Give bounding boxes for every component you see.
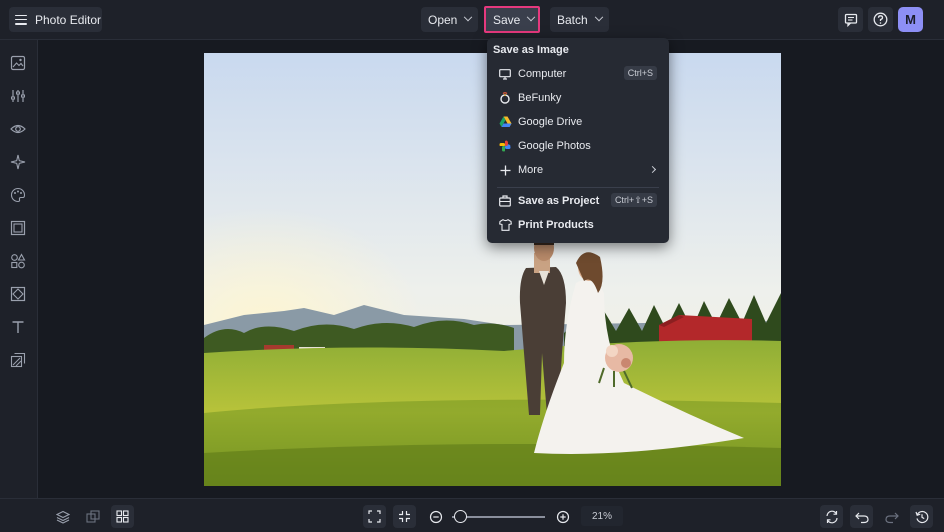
actual-size-button[interactable] <box>393 505 416 528</box>
briefcase-icon <box>498 194 512 208</box>
menu-item-google-photos[interactable]: Google Photos <box>487 135 669 157</box>
plus-icon <box>498 163 512 177</box>
help-button[interactable] <box>868 7 893 32</box>
overlay-icon[interactable] <box>10 286 26 302</box>
effects-sparkle-icon[interactable] <box>10 154 26 170</box>
menu-item-label: Print Products <box>518 219 594 231</box>
layers-icon <box>55 510 70 524</box>
menu-divider <box>497 187 659 188</box>
textures-icon[interactable] <box>10 352 26 368</box>
artsy-palette-icon[interactable] <box>10 187 26 203</box>
refresh-icon <box>825 510 838 523</box>
undo-button[interactable] <box>850 505 873 528</box>
fit-to-screen-button[interactable] <box>363 505 386 528</box>
app-title: Photo Editor <box>35 12 102 27</box>
comment-icon <box>844 13 857 27</box>
top-bar: Photo Editor Open Save Batch M <box>0 0 944 40</box>
bottom-bar: 21% <box>0 498 944 532</box>
save-as-image-heading: Save as Image <box>493 44 569 56</box>
zoom-in-icon <box>556 510 569 523</box>
redo-button[interactable] <box>880 505 903 528</box>
undo-icon <box>854 512 869 523</box>
redo-icon <box>884 512 899 523</box>
google-drive-icon <box>498 115 512 129</box>
zoom-out-button[interactable] <box>424 505 447 528</box>
zoom-slider-thumb[interactable] <box>453 510 467 523</box>
frame-icon[interactable] <box>10 220 26 236</box>
menu-item-befunky[interactable]: BeFunky <box>487 87 669 109</box>
comments-button[interactable] <box>838 7 863 32</box>
compare-icon <box>85 509 100 523</box>
adjustments-icon[interactable] <box>10 88 26 104</box>
menu-item-google-drive[interactable]: Google Drive <box>487 111 669 133</box>
expand-icon <box>368 510 381 523</box>
help-icon <box>873 12 888 27</box>
menu-item-computer[interactable]: Computer Ctrl+S <box>487 63 669 85</box>
menu-item-label: Computer <box>518 68 567 80</box>
grid-icon <box>116 510 129 523</box>
google-photos-icon <box>498 139 512 153</box>
image-icon[interactable] <box>10 55 26 71</box>
hamburger-icon <box>15 14 27 25</box>
layers-button[interactable] <box>51 505 74 528</box>
history-icon <box>914 510 928 523</box>
menu-item-save-as-project[interactable]: Save as Project Ctrl+⇧+S <box>487 190 669 212</box>
tshirt-icon <box>498 218 512 232</box>
compare-button[interactable] <box>81 505 104 528</box>
save-button[interactable]: Save <box>484 6 540 33</box>
menu-item-label: Google Photos <box>518 140 591 152</box>
save-menu: Save as Image Computer Ctrl+S BeFunky Go… <box>487 38 669 243</box>
chevron-down-icon <box>594 12 603 21</box>
shortcut-badge: Ctrl+⇧+S <box>610 193 657 207</box>
history-button[interactable] <box>910 505 933 528</box>
menu-item-more[interactable]: More <box>487 159 669 181</box>
tool-sidebar <box>0 40 38 498</box>
avatar[interactable]: M <box>898 7 923 32</box>
graphics-shapes-icon[interactable] <box>10 253 26 269</box>
eye-icon[interactable] <box>10 121 26 137</box>
open-button[interactable]: Open <box>421 7 479 32</box>
menu-item-label: Google Drive <box>518 116 583 128</box>
menu-item-label: Save as Project <box>518 195 600 207</box>
shrink-icon <box>399 511 410 522</box>
batch-label: Batch <box>557 12 588 27</box>
chevron-right-icon <box>648 165 657 174</box>
chevron-down-icon <box>527 12 536 21</box>
befunky-icon <box>498 91 512 105</box>
zoom-in-button[interactable] <box>551 505 574 528</box>
reset-button[interactable] <box>820 505 843 528</box>
grid-button[interactable] <box>111 505 134 528</box>
monitor-icon <box>498 67 512 81</box>
menu-item-print-products[interactable]: Print Products <box>487 214 669 236</box>
shortcut-badge: Ctrl+S <box>623 66 657 80</box>
zoom-level[interactable]: 21% <box>581 506 623 526</box>
zoom-out-icon <box>429 510 442 523</box>
main-menu-button[interactable]: Photo Editor <box>9 7 102 32</box>
menu-item-label: BeFunky <box>518 92 562 104</box>
chevron-down-icon <box>464 12 473 21</box>
save-label: Save <box>493 12 521 27</box>
batch-button[interactable]: Batch <box>550 7 609 32</box>
open-label: Open <box>428 12 458 27</box>
text-icon[interactable] <box>10 319 26 335</box>
menu-item-label: More <box>518 164 544 176</box>
